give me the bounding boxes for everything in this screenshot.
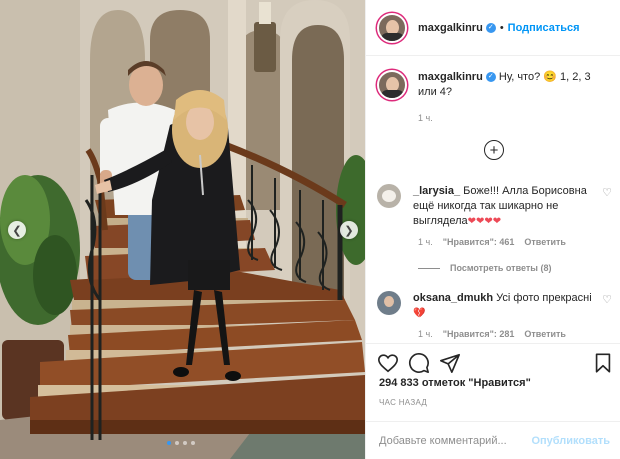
comment-username[interactable]: oksana_dmukh xyxy=(413,292,493,304)
add-comment-bar: Опубликовать xyxy=(366,421,620,459)
carousel-dot-3[interactable] xyxy=(183,441,187,445)
carousel-dots xyxy=(167,441,195,445)
heart-icon[interactable] xyxy=(377,352,399,374)
likes-count[interactable]: 294 833 отметок "Нравится" xyxy=(379,377,531,389)
comment-reply-button[interactable]: Ответить xyxy=(524,237,566,247)
comment-text: Усі фото прекрасні xyxy=(496,292,592,304)
photo-scene xyxy=(0,0,365,459)
comment-meta: 1 ч. "Нравится": 281 Ответить xyxy=(418,329,566,339)
comment-item: oksana_dmukh Усі фото прекрасні 💔 ♡ xyxy=(377,291,612,321)
comment-likes[interactable]: "Нравится": 281 xyxy=(443,329,515,339)
paper-plane-icon[interactable] xyxy=(439,352,461,374)
plus-circle-icon[interactable]: + xyxy=(484,140,504,160)
comment-hearts: ❤❤❤❤ xyxy=(467,216,502,227)
bookmark-icon[interactable] xyxy=(592,352,614,374)
comment-username[interactable]: _larysia_ xyxy=(413,185,460,197)
post-timestamp[interactable]: ЧАС НАЗАД xyxy=(379,398,427,407)
comment-likes[interactable]: "Нравится": 461 xyxy=(443,237,515,247)
post-caption: maxgalkinru ✓ Ну, что? 😊 1, 2, 3 или 4? xyxy=(377,70,612,100)
commenter-avatar[interactable] xyxy=(377,291,401,315)
post-sidebar: maxgalkinru ✓ • Подписаться maxgalkinru ✓… xyxy=(365,0,620,459)
view-replies-label: Посмотреть ответы (8) xyxy=(450,263,552,273)
verified-badge-icon: ✓ xyxy=(485,22,496,33)
comment-meta: 1 ч. "Нравится": 461 Ответить xyxy=(418,237,566,247)
caption-avatar[interactable] xyxy=(377,70,407,100)
carousel-dot-1[interactable] xyxy=(167,441,171,445)
verified-badge-icon: ✓ xyxy=(485,72,496,83)
comment-reply-button[interactable]: Ответить xyxy=(524,329,566,339)
carousel-dot-4[interactable] xyxy=(191,441,195,445)
caption-username[interactable]: maxgalkinru xyxy=(418,71,483,83)
commenter-avatar[interactable] xyxy=(377,184,401,208)
carousel-prev-arrow[interactable]: ❮ xyxy=(8,221,26,239)
author-username[interactable]: maxgalkinru xyxy=(418,22,483,34)
post-header: maxgalkinru ✓ • Подписаться xyxy=(366,0,620,56)
comment-time: 1 ч. xyxy=(418,329,433,339)
publish-button[interactable]: Опубликовать xyxy=(531,435,610,447)
carousel-dot-2[interactable] xyxy=(175,441,179,445)
carousel-next-arrow[interactable]: ❯ xyxy=(340,221,358,239)
view-replies-button[interactable]: Посмотреть ответы (8) xyxy=(418,263,551,273)
post-photo: ❮ ❯ xyxy=(0,0,365,459)
header-separator: • xyxy=(499,21,504,34)
caption-timestamp: 1 ч. xyxy=(418,113,433,123)
follow-button[interactable]: Подписаться xyxy=(508,22,580,34)
comment-time: 1 ч. xyxy=(418,237,433,247)
comment-icon[interactable] xyxy=(408,352,430,374)
author-avatar[interactable] xyxy=(377,12,407,43)
comment-like-heart-icon[interactable]: ♡ xyxy=(602,293,612,306)
comment-like-heart-icon[interactable]: ♡ xyxy=(602,186,612,199)
comment-input[interactable] xyxy=(379,434,532,447)
comment-hearts: 💔 xyxy=(413,308,426,319)
comment-item: _larysia_ Боже!!! Алла Борисовна ещё ник… xyxy=(377,184,612,229)
